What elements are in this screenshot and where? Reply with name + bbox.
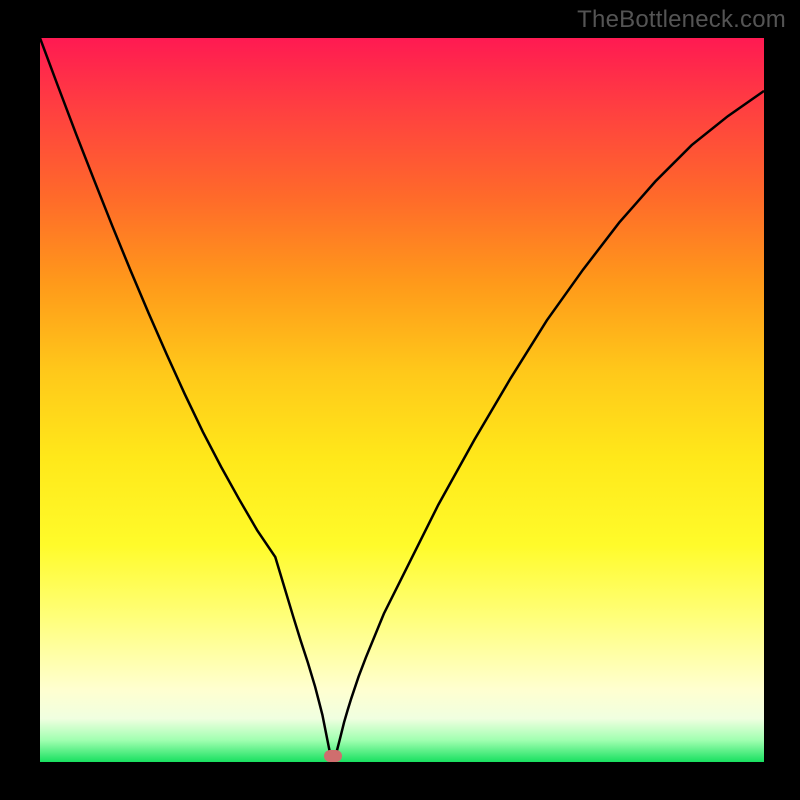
chart-frame: TheBottleneck.com [0,0,800,800]
watermark-text: TheBottleneck.com [577,6,786,34]
optimum-marker [324,750,342,762]
plot-area [40,38,764,762]
bottleneck-curve [40,38,764,762]
